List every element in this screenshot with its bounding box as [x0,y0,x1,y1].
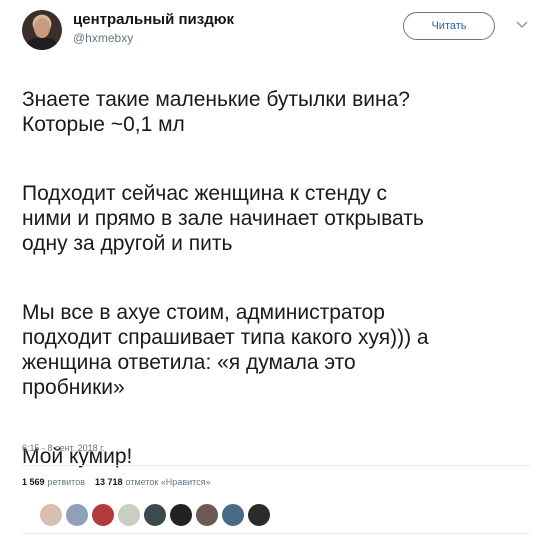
divider [22,533,530,534]
retweet-label[interactable]: ретвитов [48,477,85,487]
liker-avatar-5[interactable] [142,502,168,528]
tweet-paragraph: Мы все в ахуе стоим, администратор подхо… [22,301,429,399]
liker-avatar-7[interactable] [194,502,220,528]
tweet-stats: 1 569 ретвитов 13 718 отметок «Нравится» [22,477,211,487]
author-handle[interactable]: @hxmebxy [73,31,133,45]
liker-avatar-8[interactable] [220,502,246,528]
divider [22,465,530,466]
avatar-face [34,18,50,38]
liker-avatar-9[interactable] [246,502,272,528]
avatar-body [26,38,58,50]
like-label[interactable]: отметок «Нравится» [126,477,211,487]
tweet-timestamp[interactable]: 6:15 - 8 сент. 2018 г. [22,443,105,453]
chevron-down-icon[interactable] [514,16,530,32]
tweet-paragraph: Подходит сейчас женщина к стенду с ними … [22,182,424,255]
author-avatar[interactable] [22,10,62,50]
retweet-count[interactable]: 1 569 [22,477,45,487]
author-name[interactable]: центральный пиздюк [73,11,234,28]
tweet-paragraph: Знаете такие маленькие бутылки вина? Кот… [22,88,410,136]
liker-avatar-2[interactable] [64,502,90,528]
liker-avatar-6[interactable] [168,502,194,528]
like-count[interactable]: 13 718 [95,477,123,487]
follow-button[interactable]: Читать [403,12,495,40]
liker-avatar-4[interactable] [116,502,142,528]
tweet-header: центральный пиздюк @hxmebxy Читать [22,6,542,56]
liker-avatar-3[interactable] [90,502,116,528]
liker-avatar-1[interactable] [38,502,64,528]
